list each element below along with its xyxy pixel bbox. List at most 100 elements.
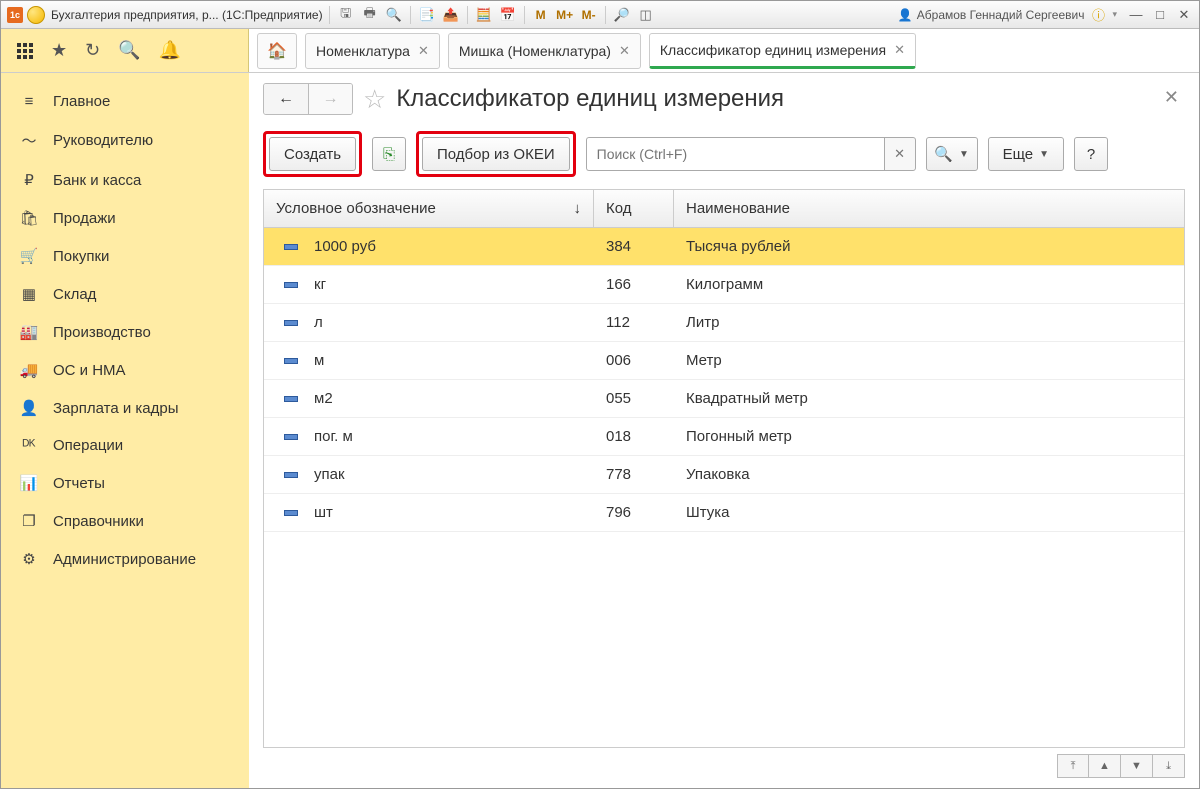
table-row[interactable]: упак778Упаковка — [264, 456, 1184, 494]
preview-icon[interactable]: 🔍 — [384, 5, 404, 25]
titlebar-menu-button[interactable] — [27, 6, 45, 24]
table-row[interactable]: шт796Штука — [264, 494, 1184, 532]
sort-arrow-icon: ↓ — [574, 200, 582, 217]
close-page-button[interactable]: ✕ — [1164, 87, 1179, 108]
sidebar-item[interactable]: ₽Банк и касса — [1, 161, 249, 199]
memory-m-button[interactable]: M — [531, 5, 551, 25]
table-header: Условное обозначение ↓ Код Наименование — [264, 190, 1184, 228]
sidebar-item[interactable]: ❐Справочники — [1, 502, 249, 540]
memory-mminus-button[interactable]: M- — [579, 5, 599, 25]
close-icon[interactable]: ✕ — [418, 43, 429, 59]
print-icon[interactable]: 🖶 — [360, 5, 380, 25]
sidebar-item[interactable]: ▦Склад — [1, 275, 249, 313]
table-row[interactable]: м2055Квадратный метр — [264, 380, 1184, 418]
sidebar-item-icon: 🛍 — [19, 209, 39, 227]
sidebar-item[interactable]: ᴰᴷ Операции — [1, 427, 249, 464]
search-clear-button[interactable]: ✕ — [884, 137, 916, 171]
cell-name: Упаковка — [686, 466, 750, 483]
cell-code: 796 — [606, 504, 631, 521]
more-button[interactable]: Еще ▼ — [988, 137, 1064, 171]
cell-code: 055 — [606, 390, 631, 407]
info-icon[interactable]: ⓘ — [1088, 5, 1108, 25]
create-copy-button[interactable]: ⎘ — [372, 137, 406, 171]
sidebar-item-icon: 🏭 — [19, 323, 39, 341]
notifications-icon[interactable]: 🔔 — [159, 40, 181, 61]
sidebar-item[interactable]: 🛍Продажи — [1, 199, 249, 237]
sidebar-item-label: Администрирование — [53, 551, 196, 568]
sidebar-item[interactable]: 〜Руководителю — [1, 120, 249, 161]
cell-symbol: кг — [314, 276, 326, 293]
minimize-button[interactable]: — — [1127, 7, 1145, 23]
tabs-area: 🏠 Номенклатура ✕ Мишка (Номенклатура) ✕ … — [249, 29, 1199, 72]
home-button[interactable]: 🏠 — [257, 33, 297, 69]
tab-classifier[interactable]: Классификатор единиц измерения ✕ — [649, 33, 916, 69]
sidebar-item[interactable]: 👤Зарплата и кадры — [1, 389, 249, 427]
calendar-icon[interactable]: 📅 — [498, 5, 518, 25]
nav-group: ← → — [263, 83, 353, 115]
sidebar-item[interactable]: 🚚ОС и НМА — [1, 351, 249, 389]
create-button[interactable]: Создать — [269, 137, 356, 171]
sidebar-item[interactable]: 📊Отчеты — [1, 464, 249, 502]
cell-symbol: м — [314, 352, 324, 369]
save-icon[interactable]: 🖫 — [336, 5, 356, 25]
toolbar: Создать ⎘ Подбор из ОКЕИ ✕ 🔍 ▼ Еще ▼ — [263, 131, 1185, 177]
close-window-button[interactable]: ✕ — [1175, 7, 1193, 23]
sidebar-item[interactable]: ≡Главное — [1, 83, 249, 120]
tab-mishka[interactable]: Мишка (Номенклатура) ✕ — [448, 33, 641, 69]
cell-symbol: упак — [314, 466, 345, 483]
maximize-button[interactable]: □ — [1151, 7, 1169, 23]
apps-grid-icon[interactable] — [17, 43, 33, 59]
close-icon[interactable]: ✕ — [619, 43, 630, 59]
memory-mplus-button[interactable]: M+ — [555, 5, 575, 25]
body: ≡Главное〜Руководителю₽Банк и касса🛍Прода… — [1, 73, 1199, 788]
user-name: Абрамов Геннадий Сергеевич — [917, 8, 1085, 22]
user-icon: 👤 — [898, 8, 913, 22]
scroll-top-button[interactable]: ⤒ — [1057, 754, 1089, 778]
table-row[interactable]: 1000 руб384Тысяча рублей — [264, 228, 1184, 266]
cell-symbol: шт — [314, 504, 333, 521]
col-symbol-header[interactable]: Условное обозначение ↓ — [264, 190, 594, 227]
favorites-icon[interactable]: ★ — [51, 40, 67, 61]
app-title: Бухгалтерия предприятия, р... (1С:Предпр… — [51, 8, 323, 22]
calculator-icon[interactable]: 🧮 — [474, 5, 494, 25]
col-code-header[interactable]: Код — [594, 190, 674, 227]
tab-nomenklatura[interactable]: Номенклатура ✕ — [305, 33, 440, 69]
close-icon[interactable]: ✕ — [894, 42, 905, 58]
col-name-header[interactable]: Наименование — [674, 190, 1184, 227]
scroll-up-button[interactable]: ▲ — [1089, 754, 1121, 778]
sidebar-item-label: ОС и НМА — [53, 362, 126, 379]
table-row[interactable]: л112Литр — [264, 304, 1184, 342]
tab-label: Мишка (Номенклатура) — [459, 43, 611, 59]
sidebar-item-icon: ▦ — [19, 285, 39, 303]
cell-name: Погонный метр — [686, 428, 792, 445]
help-button[interactable]: ? — [1074, 137, 1108, 171]
favorite-star-icon[interactable]: ☆ — [363, 84, 386, 115]
sidebar-item-label: Операции — [53, 437, 123, 454]
scroll-down-button[interactable]: ▼ — [1121, 754, 1153, 778]
table-row[interactable]: пог. м018Погонный метр — [264, 418, 1184, 456]
sidebar-item-label: Руководителю — [53, 132, 153, 149]
table-row[interactable]: кг166Килограмм — [264, 266, 1184, 304]
row-marker-icon — [284, 282, 298, 288]
table-row[interactable]: м006Метр — [264, 342, 1184, 380]
search-input[interactable] — [586, 137, 884, 171]
zoom-icon[interactable]: 🔎 — [612, 5, 632, 25]
tab-label: Классификатор единиц измерения — [660, 42, 886, 58]
export-icon[interactable]: 📤 — [441, 5, 461, 25]
compare-icon[interactable]: 📑 — [417, 5, 437, 25]
search-dropdown-button[interactable]: 🔍 ▼ — [926, 137, 978, 171]
sidebar-item-icon: ᴰᴷ — [19, 437, 39, 454]
panels-icon[interactable]: ◫ — [636, 5, 656, 25]
nav-forward-button[interactable]: → — [308, 84, 352, 114]
search-icon[interactable]: 🔍 — [118, 40, 140, 61]
sidebar-item[interactable]: 🛒Покупки — [1, 237, 249, 275]
okei-button[interactable]: Подбор из ОКЕИ — [422, 137, 570, 171]
table-body: 1000 руб384Тысяча рублейкг166Килограммл1… — [264, 228, 1184, 747]
sidebar-item[interactable]: ⚙Администрирование — [1, 540, 249, 578]
nav-back-button[interactable]: ← — [264, 84, 308, 114]
history-icon[interactable]: ↻ — [85, 40, 100, 61]
user-area[interactable]: 👤 Абрамов Геннадий Сергеевич ⓘ ▾ — [898, 5, 1117, 25]
sidebar-item[interactable]: 🏭Производство — [1, 313, 249, 351]
cell-name: Метр — [686, 352, 722, 369]
scroll-bottom-button[interactable]: ⤓ — [1153, 754, 1185, 778]
